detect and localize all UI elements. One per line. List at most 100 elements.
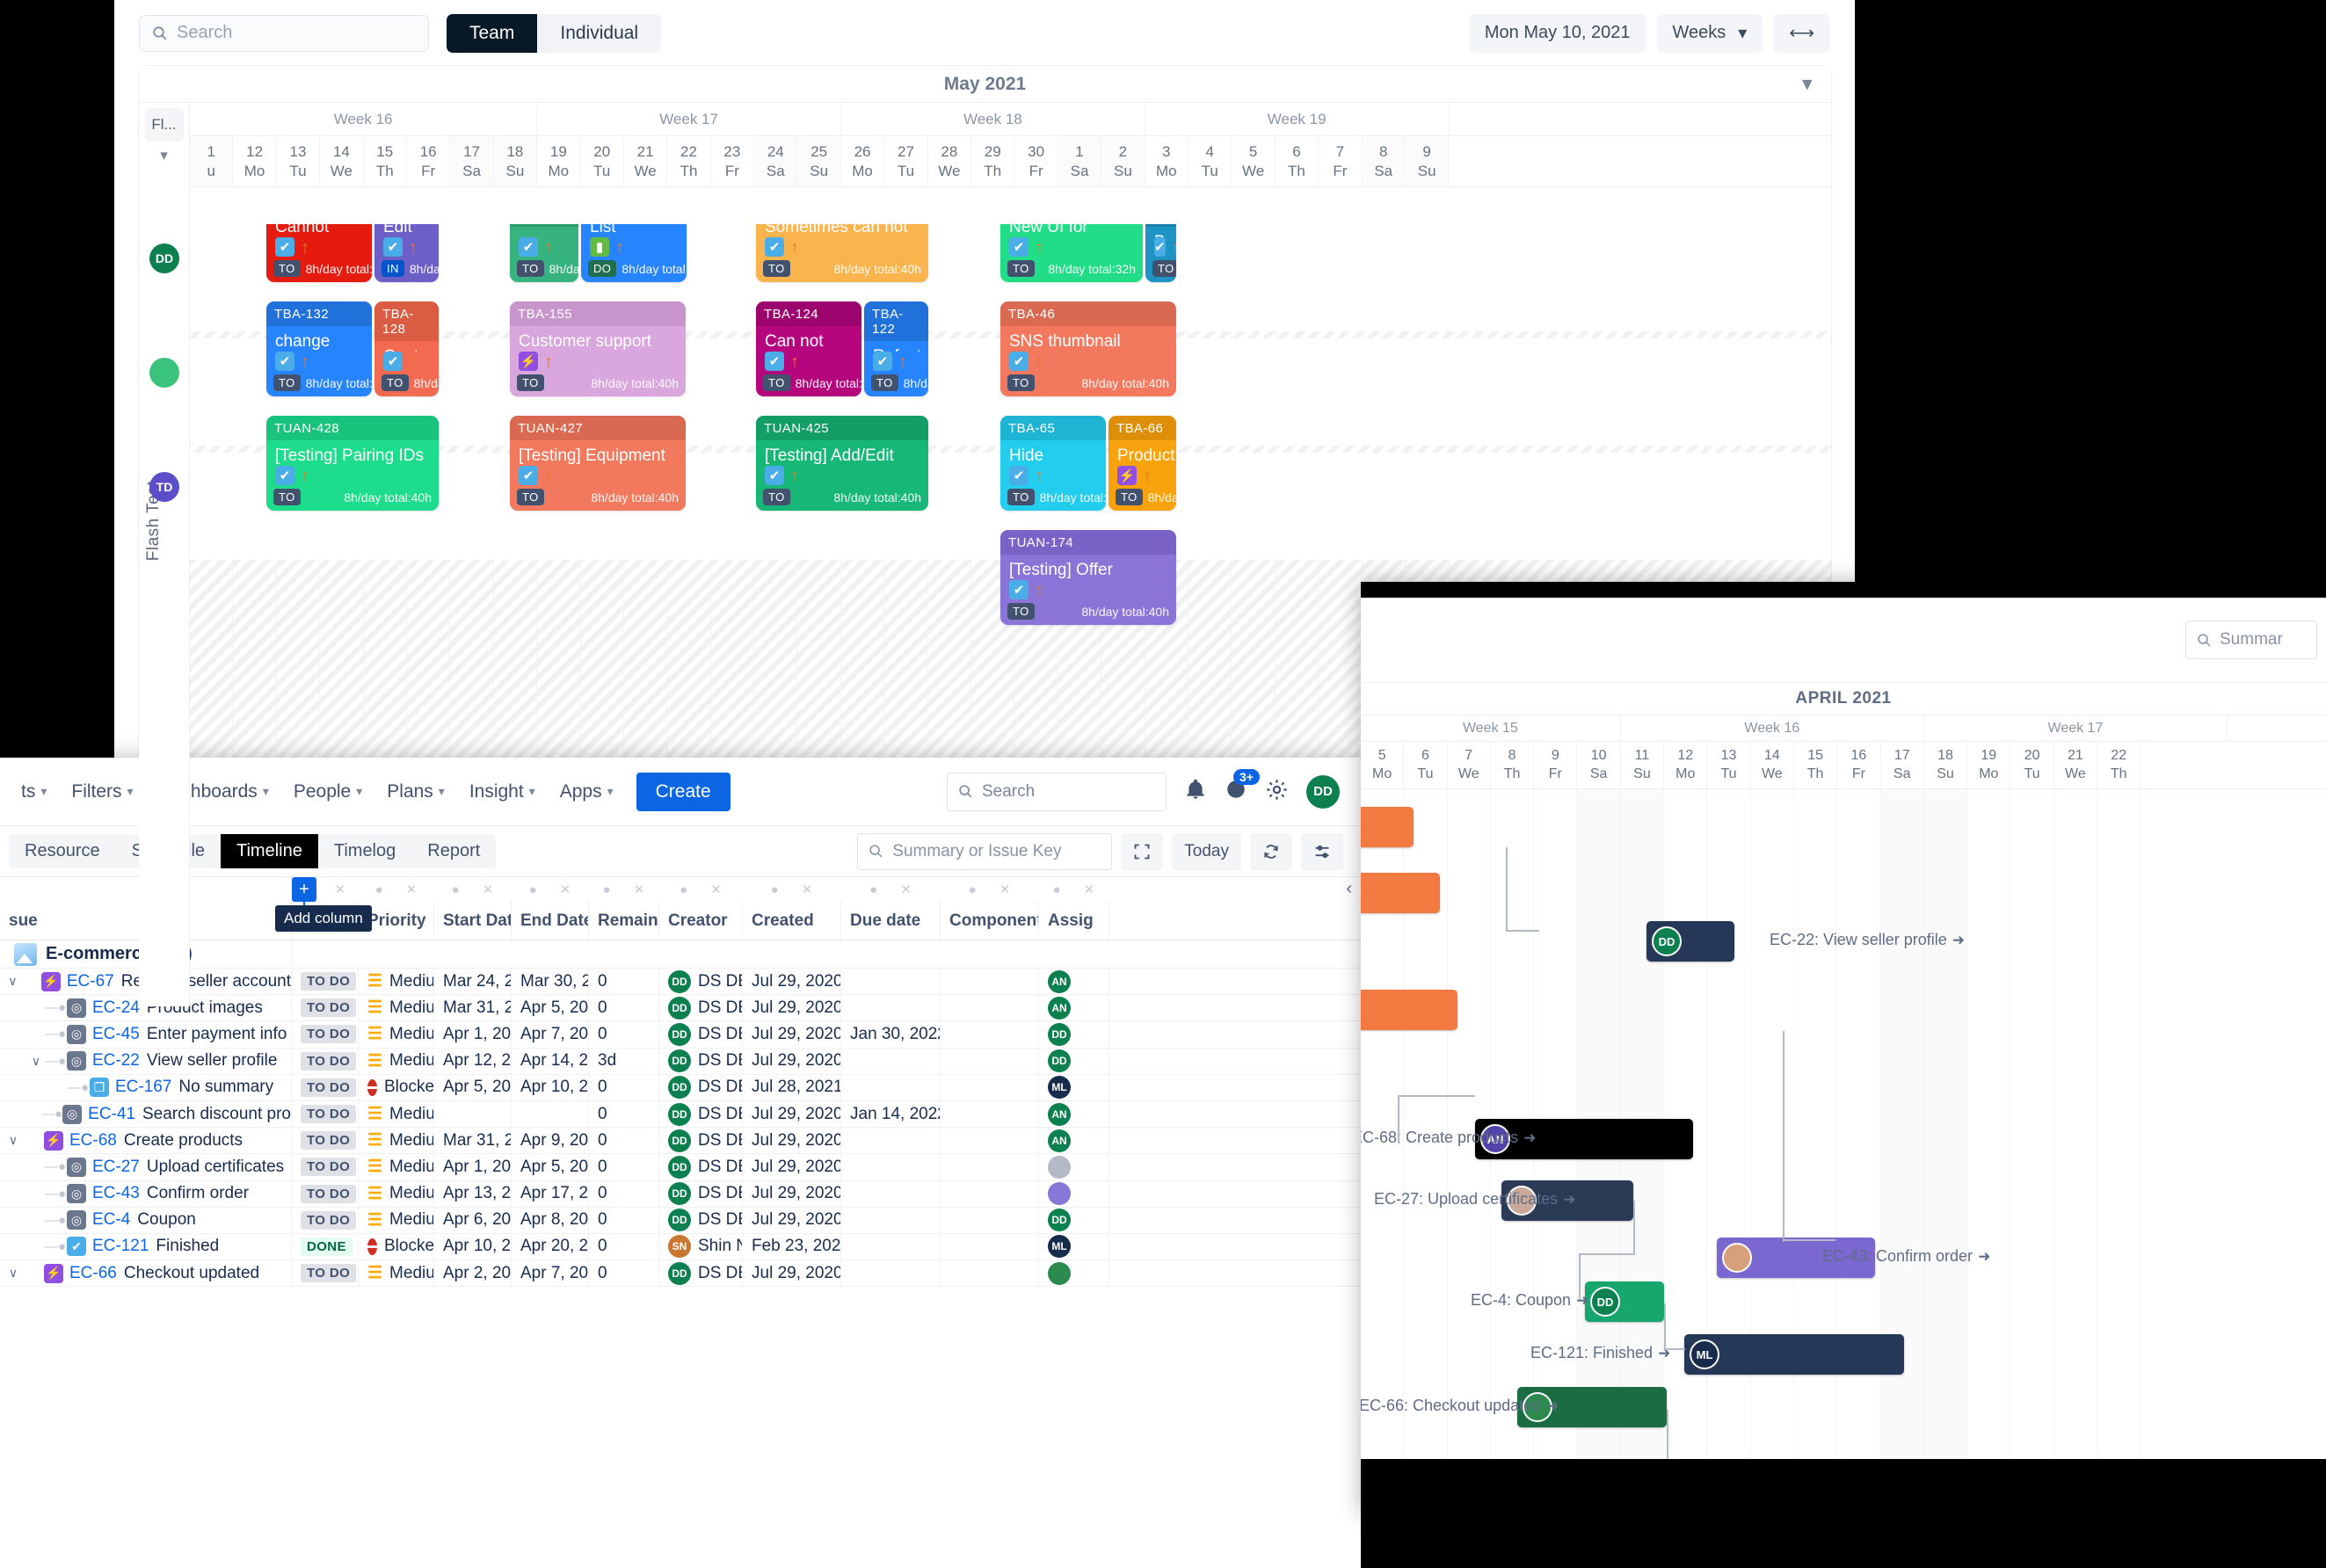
status-cell[interactable]: TO DO [292, 995, 359, 1021]
issue-key-link[interactable]: EC-121 [92, 1237, 149, 1256]
status-cell[interactable]: TO DO [292, 1128, 359, 1154]
creator-cell[interactable]: DD DS DEV [659, 1180, 743, 1207]
expand-twisty-icon[interactable]: ∨ [5, 1266, 21, 1281]
filter-chip[interactable]: Fl... [144, 108, 184, 142]
board-card[interactable]: TBA-155 Customer support ⚡ ↑ TO 8h/day total:… [510, 301, 686, 396]
due-date-cell[interactable] [841, 1233, 941, 1260]
start-date-cell[interactable]: Apr 10, 2021 [434, 1233, 512, 1260]
created-cell[interactable]: Jul 28, 2021 [743, 1074, 841, 1100]
table-group-row[interactable]: E-commerce (EC) [0, 940, 1361, 969]
column-remove-icon[interactable]: ✕ [406, 882, 418, 897]
end-date-cell[interactable]: Apr 17, 2021 [512, 1180, 589, 1207]
created-cell[interactable]: Jul 29, 2020 [743, 1021, 841, 1048]
priority-cell[interactable]: ☰ Medium [359, 1260, 434, 1287]
board-card[interactable]: TBA-124Can not load custom icon✔↑TO8h/da… [756, 301, 861, 396]
due-date-cell[interactable] [841, 1128, 941, 1154]
board-card[interactable]: TBA-46SNS thumbnail image✔↑TO8h/day tota… [1000, 301, 1176, 396]
start-date-cell[interactable]: Apr 1, 2021 [434, 1154, 512, 1180]
end-date-cell[interactable]: Apr 20, 2021 [512, 1233, 589, 1260]
settings-sliders-button[interactable] [1301, 832, 1343, 870]
issue-key-link[interactable]: EC-24 [92, 998, 140, 1018]
components-cell[interactable] [941, 1207, 1039, 1233]
column-drag-handle[interactable]: ● [771, 882, 779, 897]
summary-search-input[interactable]: Summary or Issue Key [857, 832, 1113, 870]
remaining-cell[interactable]: 3d [589, 1048, 659, 1074]
fullscreen-button[interactable] [1121, 832, 1164, 870]
creator-cell[interactable]: DD DS DEV [659, 1154, 743, 1180]
due-date-cell[interactable] [841, 969, 941, 995]
assignee-cell[interactable] [1039, 1180, 1109, 1207]
gantt-chart-body[interactable]: DDEC-22: View seller profileMLANEC-68: C… [1361, 789, 2326, 1514]
status-cell[interactable]: DONE [292, 1233, 359, 1260]
creator-cell[interactable]: DD DS DEV [659, 1260, 743, 1287]
due-date-cell[interactable]: Jan 30, 2022 [841, 1021, 941, 1048]
due-date-cell[interactable] [841, 995, 941, 1021]
creator-cell[interactable]: DD DS DEV [659, 969, 743, 995]
creator-cell[interactable]: DD DS DEV [659, 1021, 743, 1048]
notifications-bell-icon[interactable] [1184, 778, 1207, 805]
column-remove-icon[interactable]: ✕ [560, 882, 571, 897]
column-control[interactable]: ●✕ [743, 877, 841, 902]
priority-cell[interactable]: ☰ Medium [359, 1021, 434, 1048]
nav-item-plans[interactable]: Plans ▾ [374, 774, 457, 809]
remaining-cell[interactable]: 0 [589, 1233, 659, 1260]
column-remove-icon[interactable]: ✕ [710, 882, 722, 897]
user-avatar[interactable]: DD [1306, 774, 1340, 809]
issue-cell[interactable]: —● ◎ EC-41 Search discount pro [0, 1100, 292, 1128]
nav-item-people[interactable]: People ▾ [281, 774, 374, 809]
column-control[interactable]: ●✕ [434, 877, 512, 902]
column-drag-handle[interactable]: ● [452, 882, 460, 897]
end-date-cell[interactable]: Apr 8, 2021 [512, 1207, 589, 1233]
assignee-cell[interactable]: AN [1039, 995, 1109, 1021]
board-card[interactable]: TBA-70New UI for Board List✔↑TO8h/day to… [1000, 224, 1143, 282]
remaining-cell[interactable]: 0 [589, 1207, 659, 1233]
created-cell[interactable]: Jul 29, 2020 [743, 1207, 841, 1233]
avatar[interactable]: DD [149, 243, 179, 273]
priority-cell[interactable]: ☰ Medium [359, 1100, 434, 1128]
end-date-cell[interactable]: Apr 5, 2021 [512, 995, 589, 1021]
column-remove-icon[interactable]: ✕ [335, 882, 346, 897]
issue-key-link[interactable]: EC-167 [115, 1078, 171, 1097]
board-card[interactable]: TBA-156my page✔↑TO8h/day tota... [510, 224, 578, 282]
remaining-cell[interactable]: 0 [589, 1100, 659, 1128]
issue-cell[interactable]: —● ✔ EC-121 Finished [0, 1233, 292, 1260]
column-drag-handle[interactable]: ● [603, 882, 611, 897]
board-card[interactable]: TBA-96Edit board✔↑IN8h/day total... [374, 224, 439, 282]
remaining-cell[interactable]: 0 [589, 1154, 659, 1180]
issue-cell[interactable]: ∨ —● ◎ EC-22 View seller profile [0, 1048, 292, 1074]
table-row[interactable]: ∨ ⚡ EC-66 Checkout updated TO DO ☰ MediumApr 2… [0, 1260, 1361, 1288]
column-control[interactable]: ●✕ [659, 877, 743, 902]
column-control[interactable]: ●✕ [589, 877, 659, 902]
table-row[interactable]: ∨ ⚡ EC-68 Create products TO DO ☰ MediumMar 31… [0, 1128, 1361, 1155]
settings-gear-icon[interactable] [1265, 778, 1289, 806]
priority-cell[interactable]: ☰ Medium [359, 1128, 434, 1154]
creator-cell[interactable]: DD DS DEV [659, 995, 743, 1021]
components-cell[interactable] [941, 1074, 1039, 1100]
start-date-cell[interactable]: Apr 6, 2021 [434, 1207, 512, 1233]
status-cell[interactable]: TO DO [292, 969, 359, 995]
gantt-bar[interactable] [1361, 873, 1440, 913]
issue-cell[interactable]: —● ◎ EC-27 Upload certificates [0, 1154, 292, 1180]
start-date-cell[interactable]: Apr 2, 2021 [434, 1260, 512, 1287]
column-drag-handle[interactable]: ● [680, 882, 687, 897]
gantt-bar[interactable]: DD [1585, 1281, 1664, 1322]
help-globe-icon[interactable]: 3+ [1225, 769, 1260, 805]
view-mode-individual[interactable]: Individual [537, 14, 661, 53]
view-mode-team[interactable]: Team [447, 13, 538, 53]
zoom-level-select[interactable]: Weeks ▾ [1656, 13, 1763, 53]
components-cell[interactable] [941, 1180, 1039, 1207]
created-cell[interactable]: Jul 29, 2020 [743, 1260, 841, 1287]
issue-key-link[interactable]: EC-22 [92, 1051, 140, 1071]
start-date-cell[interactable]: Apr 5, 2021 [434, 1074, 512, 1100]
assignee-cell[interactable]: AN [1039, 969, 1109, 995]
components-cell[interactable] [941, 969, 1039, 995]
board-card[interactable]: TBA-89Sometimes can not connect to socke… [756, 224, 928, 282]
column-remove-icon[interactable]: ✕ [483, 882, 494, 897]
created-cell[interactable]: Jul 29, 2020 [743, 969, 841, 995]
column-remove-icon[interactable]: ✕ [634, 882, 645, 897]
created-cell[interactable]: Jul 29, 2020 [743, 1048, 841, 1074]
due-date-cell[interactable] [841, 1048, 941, 1074]
issue-cell[interactable]: —● ◎ EC-43 Confirm order [0, 1180, 292, 1207]
status-cell[interactable]: TO DO [292, 1180, 359, 1207]
search-input[interactable]: Search [139, 14, 429, 52]
